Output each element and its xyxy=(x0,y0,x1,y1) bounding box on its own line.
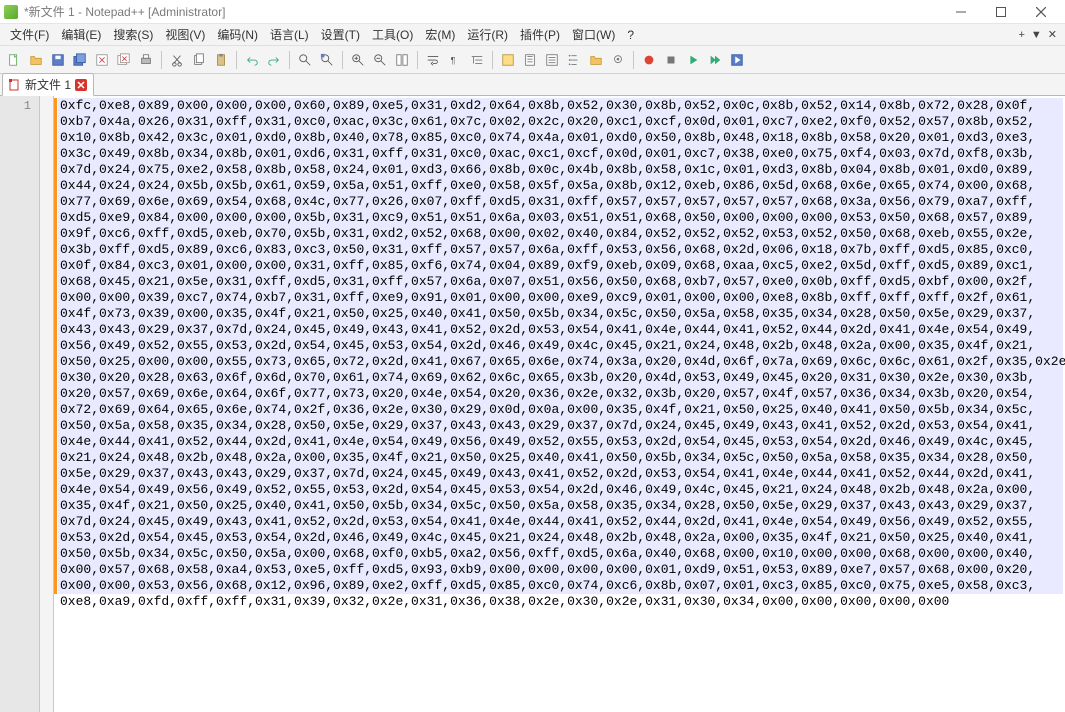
close-all-icon[interactable] xyxy=(114,50,134,70)
toolbar: ¶ xyxy=(0,46,1065,74)
show-all-chars-icon[interactable]: ¶ xyxy=(445,50,465,70)
window-title: *新文件 1 - Notepad++ [Administrator] xyxy=(24,3,225,20)
print-icon[interactable] xyxy=(136,50,156,70)
doc-tab-label: 新文件 1 xyxy=(25,76,71,93)
redo-icon[interactable] xyxy=(264,50,284,70)
menu-run[interactable]: 运行(R) xyxy=(461,24,514,46)
paste-icon[interactable] xyxy=(211,50,231,70)
new-file-icon[interactable] xyxy=(4,50,24,70)
cut-icon[interactable] xyxy=(167,50,187,70)
find-icon[interactable] xyxy=(295,50,315,70)
menu-encoding[interactable]: 编码(N) xyxy=(211,24,264,46)
folder-workspace-icon[interactable] xyxy=(586,50,606,70)
menu-view[interactable]: 视图(V) xyxy=(159,24,211,46)
menu-language[interactable]: 语言(L) xyxy=(264,24,315,46)
function-list-icon[interactable] xyxy=(564,50,584,70)
menu-edit[interactable]: 编辑(E) xyxy=(55,24,107,46)
open-file-icon[interactable] xyxy=(26,50,46,70)
line-number-1: 1 xyxy=(0,98,39,114)
zoom-out-icon[interactable] xyxy=(370,50,390,70)
replace-icon[interactable] xyxy=(317,50,337,70)
menu-help[interactable]: ? xyxy=(621,24,640,46)
indent-guide-icon[interactable] xyxy=(467,50,487,70)
line-number-gutter: 1 xyxy=(0,96,40,712)
copy-icon[interactable] xyxy=(189,50,209,70)
maximize-button[interactable] xyxy=(981,0,1021,24)
menu-right-close[interactable]: ✕ xyxy=(1048,28,1057,41)
doc-tab-close-icon[interactable] xyxy=(75,79,87,91)
macro-play-multi-icon[interactable] xyxy=(705,50,725,70)
macro-record-icon[interactable] xyxy=(639,50,659,70)
minimize-button[interactable] xyxy=(941,0,981,24)
macro-stop-icon[interactable] xyxy=(661,50,681,70)
wordwrap-icon[interactable] xyxy=(423,50,443,70)
fold-margin xyxy=(40,96,54,712)
macro-play-icon[interactable] xyxy=(683,50,703,70)
menu-right-down[interactable]: ▼ xyxy=(1031,29,1042,41)
sync-scroll-icon[interactable] xyxy=(392,50,412,70)
monitor-icon[interactable] xyxy=(608,50,628,70)
menu-plugins[interactable]: 插件(P) xyxy=(514,24,566,46)
menubar: 文件(F) 编辑(E) 搜索(S) 视图(V) 编码(N) 语言(L) 设置(T… xyxy=(0,24,1065,46)
save-all-icon[interactable] xyxy=(70,50,90,70)
zoom-in-icon[interactable] xyxy=(348,50,368,70)
svg-text:¶: ¶ xyxy=(451,55,456,65)
menu-file[interactable]: 文件(F) xyxy=(4,24,55,46)
doc-list-icon[interactable] xyxy=(542,50,562,70)
close-doc-icon[interactable] xyxy=(92,50,112,70)
tabstrip: 新文件 1 xyxy=(0,74,1065,96)
menu-search[interactable]: 搜索(S) xyxy=(107,24,159,46)
undo-icon[interactable] xyxy=(242,50,262,70)
save-icon[interactable] xyxy=(48,50,68,70)
menu-window[interactable]: 窗口(W) xyxy=(566,24,621,46)
doc-tab-modified-icon xyxy=(9,79,21,91)
app-icon xyxy=(4,5,18,19)
doc-map-icon[interactable] xyxy=(520,50,540,70)
menu-right-plus[interactable]: + xyxy=(1018,29,1024,41)
code-area[interactable]: 0xfc,0xe8,0x89,0x00,0x00,0x00,0x60,0x89,… xyxy=(54,96,1065,712)
menu-macro[interactable]: 宏(M) xyxy=(419,24,461,46)
close-window-button[interactable] xyxy=(1021,0,1061,24)
menu-tools[interactable]: 工具(O) xyxy=(366,24,419,46)
titlebar: *新文件 1 - Notepad++ [Administrator] xyxy=(0,0,1065,24)
menu-settings[interactable]: 设置(T) xyxy=(315,24,366,46)
editor[interactable]: 1 0xfc,0xe8,0x89,0x00,0x00,0x00,0x60,0x8… xyxy=(0,96,1065,712)
macro-save-icon[interactable] xyxy=(727,50,747,70)
ud-lang-icon[interactable] xyxy=(498,50,518,70)
code-text: 0xfc,0xe8,0x89,0x00,0x00,0x00,0x60,0x89,… xyxy=(54,96,1065,610)
doc-tab-1[interactable]: 新文件 1 xyxy=(2,73,94,96)
